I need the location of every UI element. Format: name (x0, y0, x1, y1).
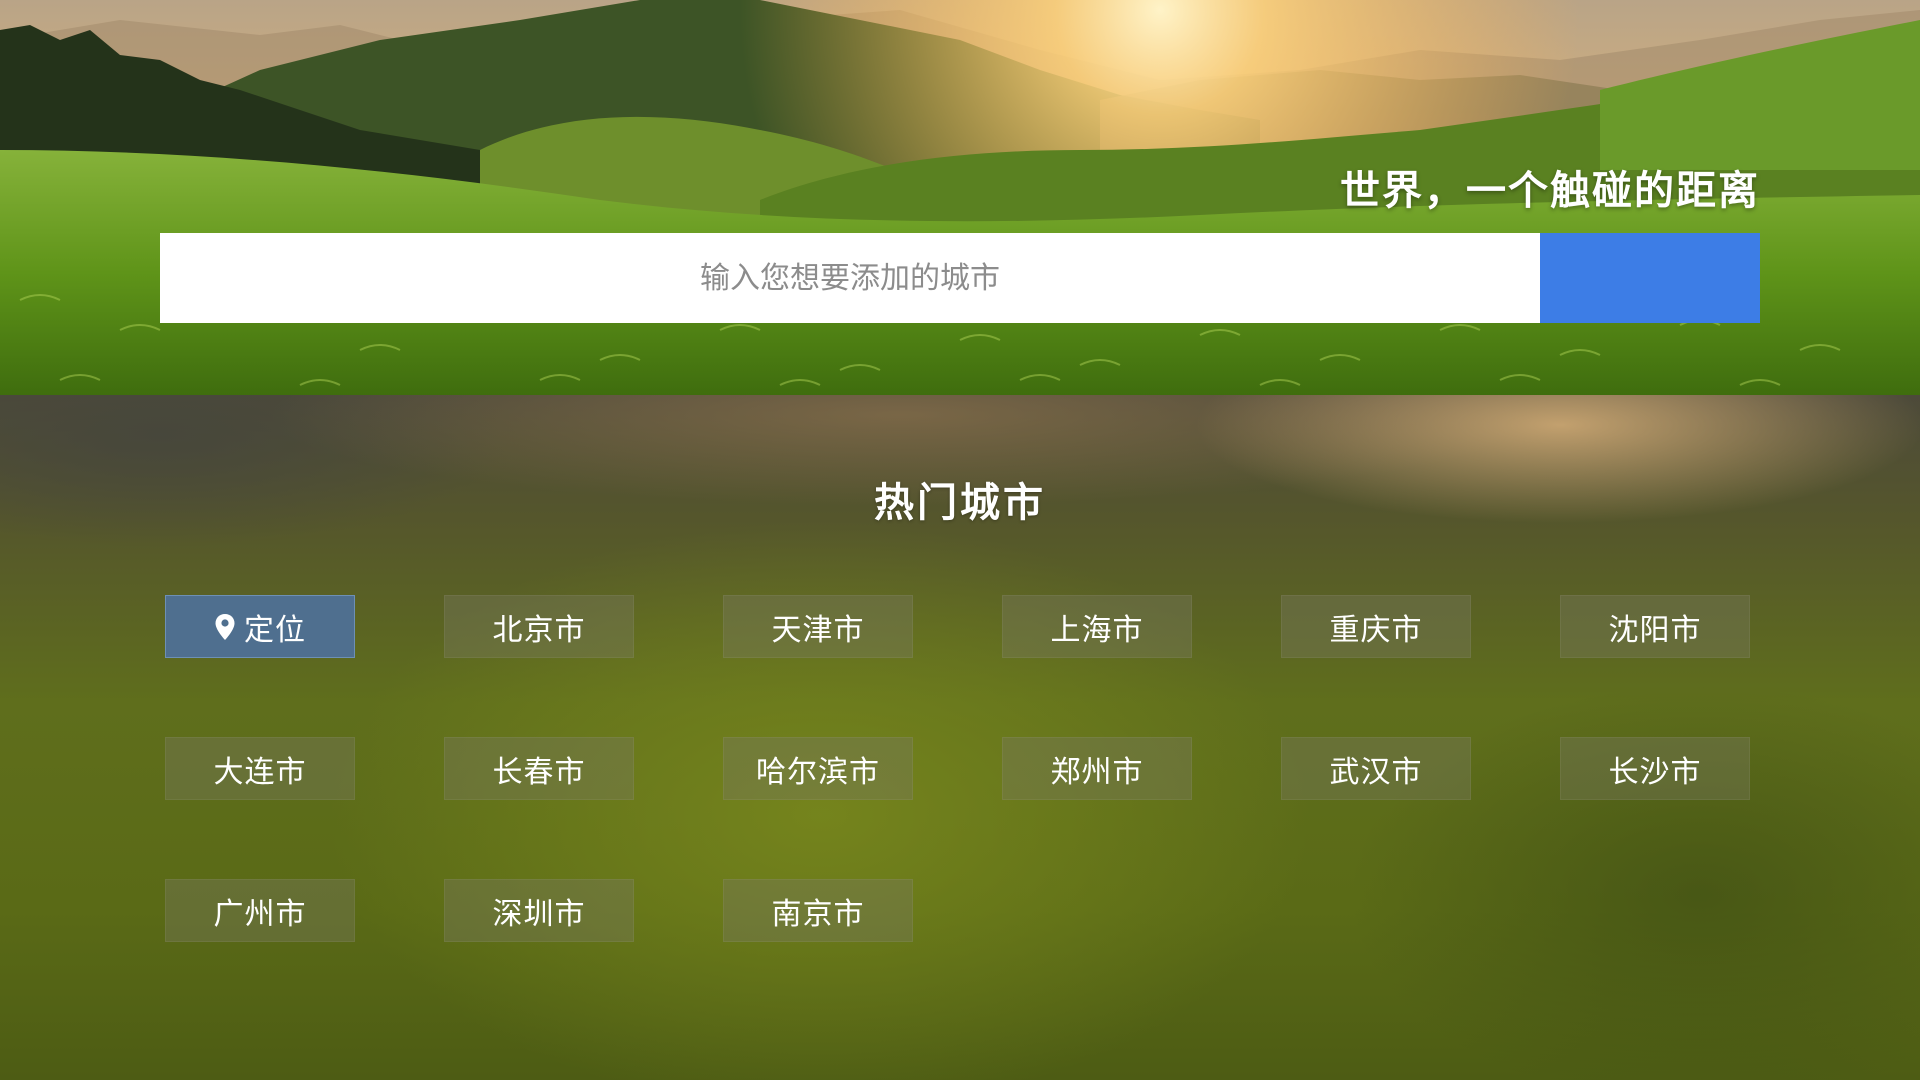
city-button[interactable]: 长春市 (444, 737, 634, 800)
city-button[interactable]: 大连市 (165, 737, 355, 800)
city-button[interactable]: 北京市 (444, 595, 634, 658)
city-button[interactable]: 广州市 (165, 879, 355, 942)
search-bar (160, 233, 1760, 323)
city-search-input[interactable] (160, 233, 1540, 323)
city-button[interactable]: 重庆市 (1281, 595, 1471, 658)
city-button[interactable]: 长沙市 (1560, 737, 1750, 800)
city-button[interactable]: 南京市 (723, 879, 913, 942)
city-button[interactable]: 上海市 (1002, 595, 1192, 658)
search-button[interactable] (163, 233, 1760, 323)
location-pin-icon (214, 613, 236, 641)
locate-button[interactable]: 定位 (165, 595, 355, 658)
hot-cities-grid: 定位 北京市 天津市 上海市 重庆市 沈阳市 大连市 长春市 哈尔滨市 郑州市 … (165, 595, 1750, 942)
hot-cities-title: 热门城市 (874, 480, 1046, 526)
city-picker-page: 世界，一个触碰的距离 热门城市 定位 (0, 0, 1920, 1080)
city-button[interactable]: 郑州市 (1002, 737, 1192, 800)
city-button[interactable]: 哈尔滨市 (723, 737, 913, 800)
hero-banner: 世界，一个触碰的距离 (0, 0, 1920, 395)
hero-tagline: 世界，一个触碰的距离 (1340, 168, 1760, 214)
city-button[interactable]: 深圳市 (444, 879, 634, 942)
city-button[interactable]: 天津市 (723, 595, 913, 658)
city-button[interactable]: 沈阳市 (1560, 595, 1750, 658)
locate-label: 定位 (244, 612, 306, 648)
city-button[interactable]: 武汉市 (1281, 737, 1471, 800)
